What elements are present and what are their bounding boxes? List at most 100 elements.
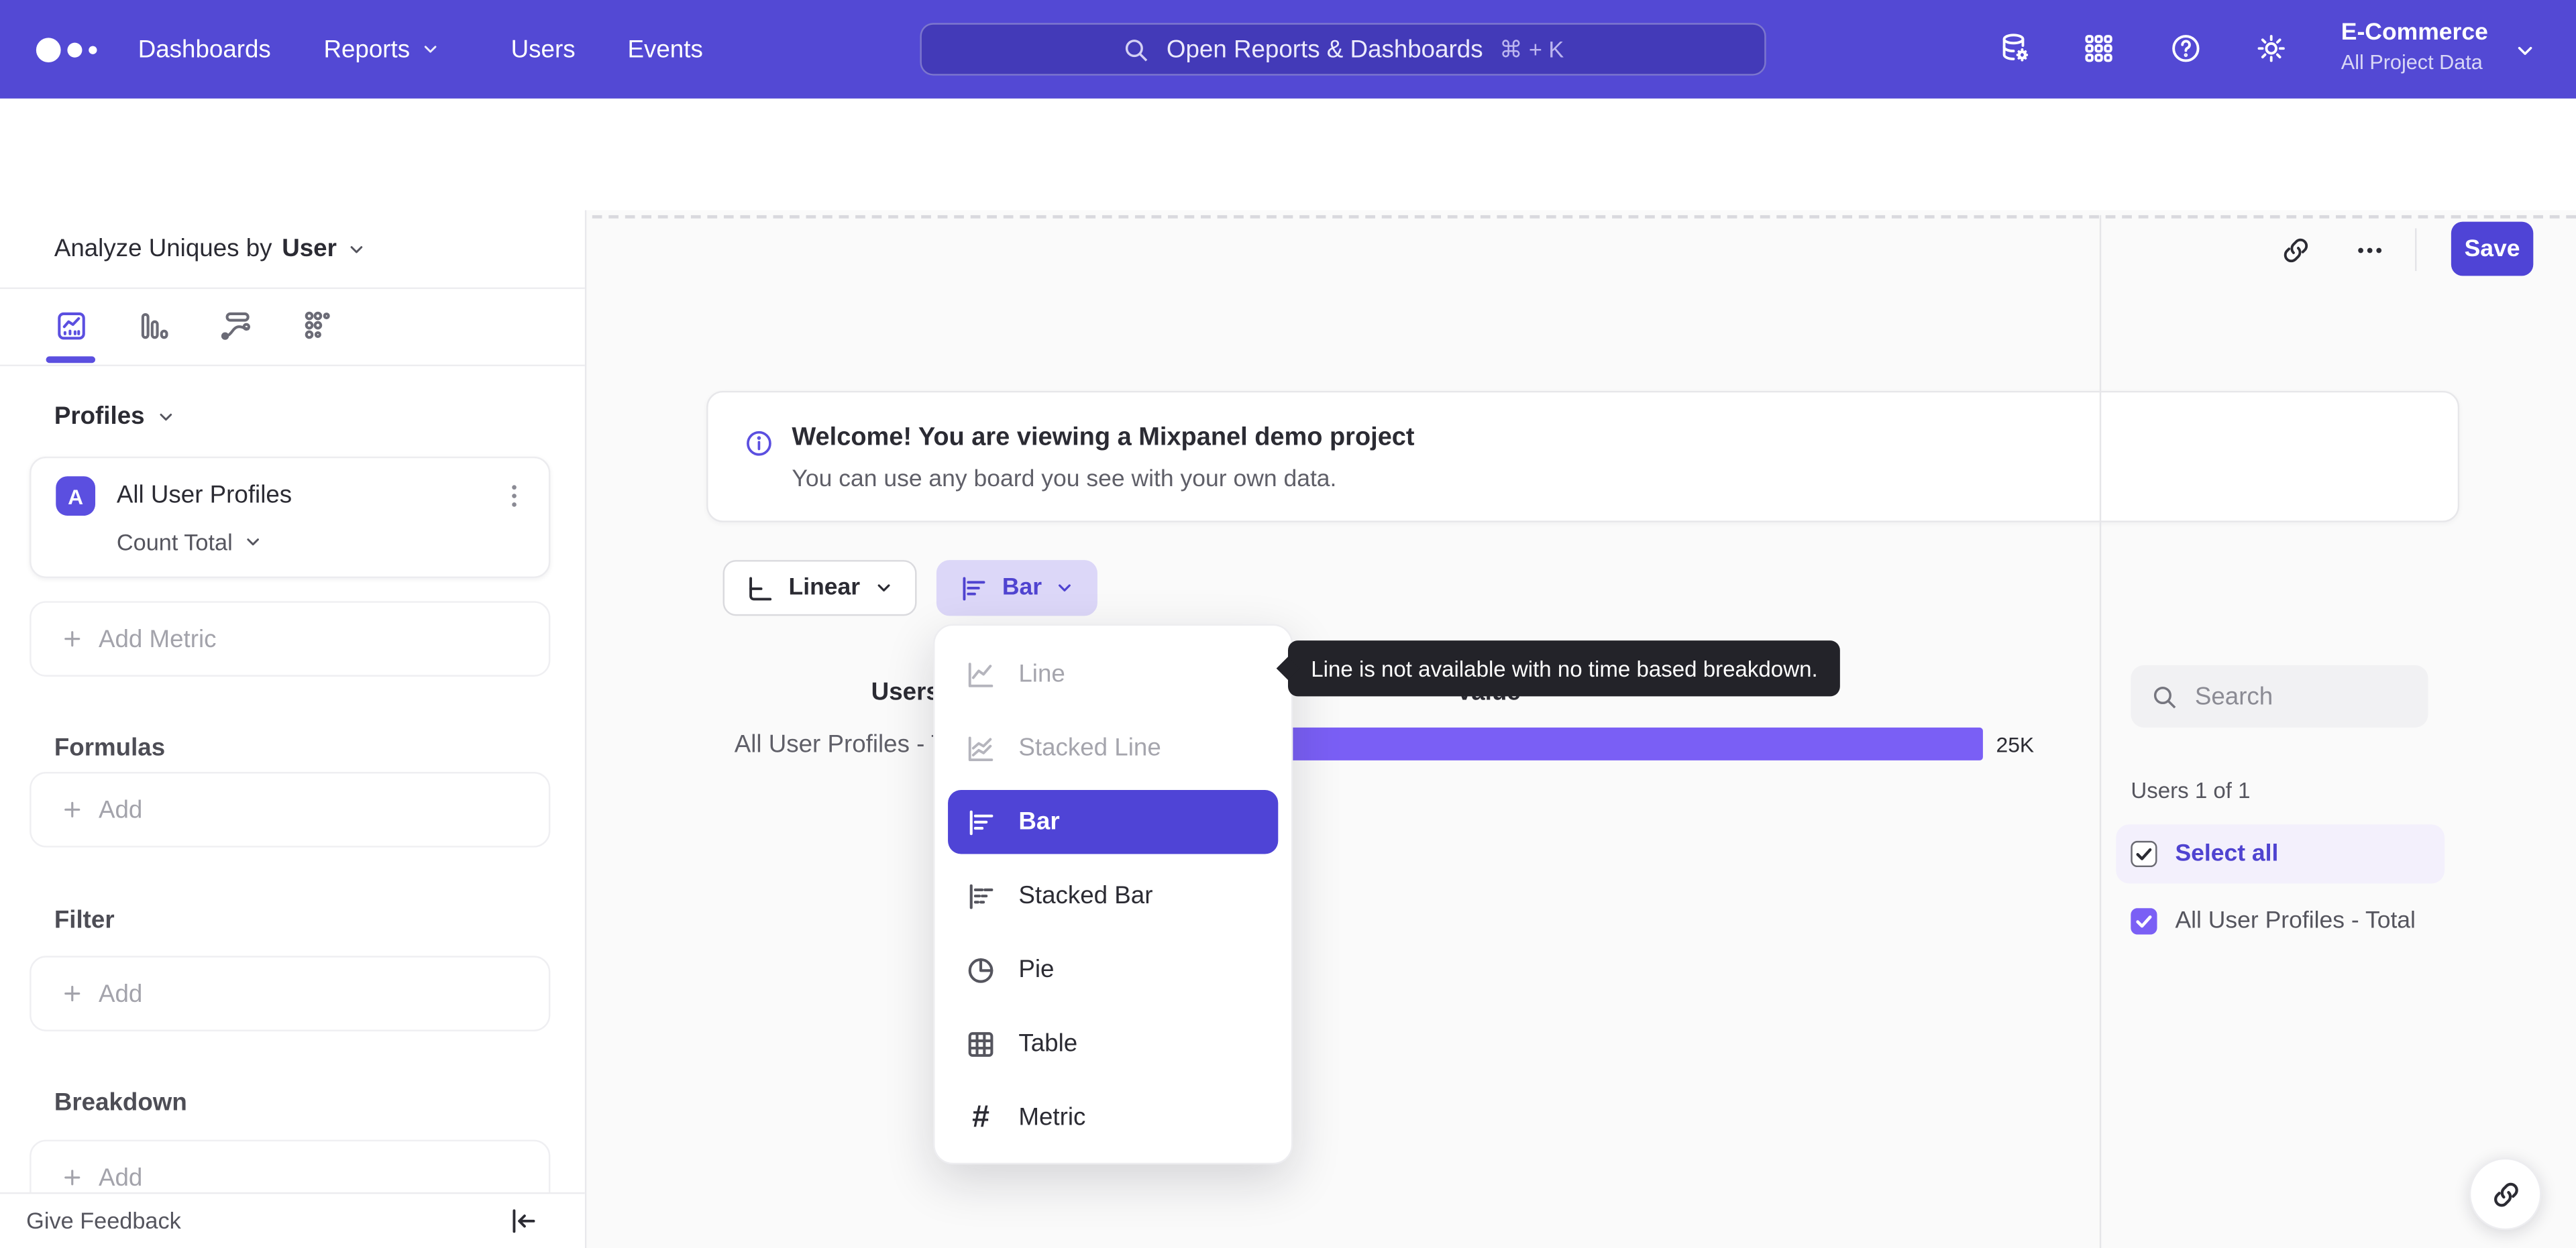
banner-title: Welcome! You are viewing a Mixpanel demo… [792, 423, 1415, 452]
search-shortcut: ⌘ + K [1499, 35, 1564, 62]
menu-item-bar[interactable]: Bar [948, 789, 1279, 854]
add-filter-button[interactable]: Add [30, 956, 551, 1031]
series-search-placeholder: Search [2194, 682, 2273, 711]
metric-aggregation[interactable]: Count Total [117, 529, 262, 555]
demo-project-banner: Welcome! You are viewing a Mixpanel demo… [706, 390, 2460, 522]
stacked-bar-chart-icon [969, 883, 994, 909]
link-icon [2493, 1182, 2518, 1206]
tab-flows-icon[interactable] [219, 308, 253, 343]
chevron-down-icon [160, 412, 172, 420]
mixpanel-logo-icon[interactable] [36, 36, 97, 62]
select-all-row[interactable]: Select all [2116, 824, 2445, 884]
table-icon [968, 1031, 994, 1056]
panel-divider [2099, 215, 2102, 1248]
formulas-section-header: Formulas [54, 734, 166, 762]
collapse-sidebar-icon[interactable] [508, 1206, 539, 1237]
plus-icon [64, 631, 80, 647]
select-all-checkbox[interactable] [2131, 840, 2157, 868]
nav-users[interactable]: Users [511, 0, 576, 99]
data-management-icon[interactable] [1998, 32, 2032, 66]
line-chart-icon [968, 662, 994, 687]
filter-section-header: Filter [54, 906, 115, 935]
analyze-uniques-value[interactable]: User [282, 235, 337, 263]
top-nav: Dashboards Reports Users Events Open Rep… [0, 0, 2576, 99]
project-name: E-Commerce [2341, 19, 2488, 46]
save-button[interactable]: Save [2451, 221, 2534, 276]
series-search-input[interactable]: Search [2131, 665, 2428, 728]
search-icon [2153, 685, 2176, 708]
series-count-label: Users 1 of 1 [2131, 778, 2251, 803]
plus-icon [64, 801, 80, 817]
metric-more-icon[interactable] [499, 481, 529, 511]
profiles-section-header[interactable]: Profiles [54, 402, 176, 431]
menu-item-stacked-bar[interactable]: Stacked Bar [934, 859, 1291, 933]
report-type-tabs [0, 289, 585, 367]
metric-card[interactable]: A All User Profiles Count Total [30, 456, 551, 579]
stacked-line-chart-icon [968, 736, 994, 760]
menu-item-stacked-line[interactable]: Stacked Line [934, 711, 1291, 785]
tab-retention-icon[interactable] [301, 308, 335, 343]
menu-item-table[interactable]: Table [934, 1007, 1291, 1080]
add-metric-button[interactable]: Add Metric [30, 601, 551, 677]
series-row[interactable]: All User Profiles - Total [2116, 893, 2559, 949]
apps-grid-icon[interactable] [2082, 32, 2116, 66]
chevron-down-icon [423, 46, 436, 53]
metric-name[interactable]: All User Profiles [117, 481, 292, 510]
banner-subtitle: You can use any board you see with your … [792, 466, 1337, 493]
menu-item-line[interactable]: Line [934, 637, 1291, 711]
menu-item-pie[interactable]: Pie [934, 933, 1291, 1007]
bar-chart-icon [969, 809, 994, 835]
header-divider [2414, 228, 2417, 272]
metric-badge: A [56, 476, 96, 516]
active-tab-indicator [46, 356, 96, 363]
select-all-label: Select all [2175, 840, 2279, 868]
chevron-down-icon [1059, 584, 1071, 591]
mixpanel-insights-page: Dashboards Reports Users Events Open Rep… [0, 0, 2576, 1248]
chart-type-button[interactable]: Bar [936, 560, 1097, 616]
bar-value-label: 25K [1996, 732, 2035, 757]
give-feedback-link[interactable]: Give Feedback [26, 1207, 181, 1233]
search-placeholder: Open Reports & Dashboards [1166, 35, 1483, 64]
query-builder-sidebar: Analyze Uniques by User Profiles A All U… [0, 210, 587, 1248]
chart-type-label: Bar [1002, 575, 1042, 602]
chevron-down-icon[interactable] [2514, 40, 2536, 62]
linear-scale-icon [749, 576, 772, 600]
chevron-down-icon [877, 584, 890, 591]
plus-icon [64, 1170, 80, 1186]
series-checkbox-checked[interactable] [2131, 908, 2157, 935]
chart-column-header-users: Users [871, 678, 940, 707]
share-link-fab[interactable] [2469, 1157, 2542, 1231]
search-icon [1125, 38, 1148, 61]
chevron-down-icon [350, 245, 363, 253]
more-actions-icon[interactable] [2354, 235, 2385, 266]
board-header: Untitled + Add description... Save [0, 98, 2576, 276]
global-search-button[interactable]: Open Reports & Dashboards ⌘ + K [920, 23, 1766, 76]
chevron-down-icon [246, 538, 258, 546]
tab-funnels-icon[interactable] [136, 308, 170, 343]
scale-selector-label: Linear [788, 575, 861, 602]
project-switcher[interactable]: E-Commerce All Project Data [2341, 16, 2506, 75]
settings-gear-icon[interactable] [2254, 32, 2288, 66]
info-icon [747, 431, 771, 456]
analyze-uniques-row: Analyze Uniques by User [0, 210, 585, 290]
chart-type-dropdown: Line Stacked Line Bar Stacked Bar Pie Ta… [933, 624, 1293, 1165]
copy-link-icon[interactable] [2280, 235, 2312, 266]
nav-events[interactable]: Events [628, 0, 703, 99]
menu-item-metric[interactable]: # Metric [934, 1080, 1291, 1154]
metric-hash-icon: # [972, 1099, 989, 1135]
analyze-uniques-label: Analyze Uniques by [54, 235, 272, 263]
nav-dashboards[interactable]: Dashboards [138, 0, 271, 99]
tab-insights-icon[interactable] [54, 308, 89, 343]
pie-chart-icon [968, 957, 994, 982]
disabled-option-tooltip: Line is not available with no time based… [1276, 640, 1841, 697]
bar-chart-icon [963, 576, 985, 600]
breakdown-section-header: Breakdown [54, 1088, 187, 1117]
add-formula-button[interactable]: Add [30, 772, 551, 848]
sidebar-footer: Give Feedback [0, 1192, 585, 1248]
plus-icon [64, 986, 80, 1002]
scale-selector-button[interactable]: Linear [722, 560, 917, 616]
series-label: All User Profiles - Total [2175, 908, 2416, 935]
project-scope: All Project Data [2341, 50, 2483, 74]
help-icon[interactable] [2169, 32, 2203, 66]
nav-reports[interactable]: Reports [323, 0, 439, 99]
